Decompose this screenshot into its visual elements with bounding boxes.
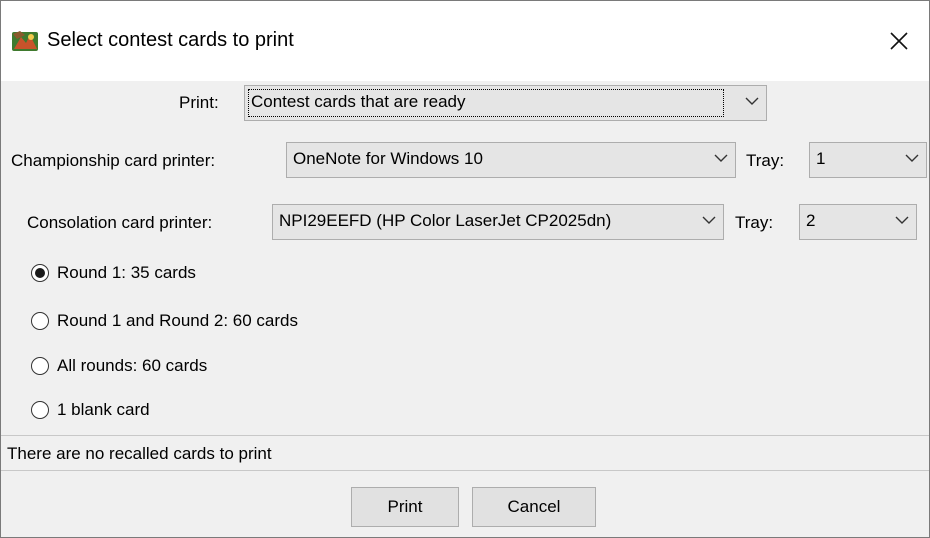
consolation-tray-value: 2 (806, 211, 816, 230)
print-select-value: Contest cards that are ready (251, 92, 466, 111)
chevron-down-icon (905, 154, 919, 162)
chevron-down-icon (895, 216, 909, 224)
championship-printer-label: Championship card printer: (11, 151, 216, 170)
radio-indicator[interactable] (31, 264, 49, 282)
radio-all-rounds[interactable]: All rounds: 60 cards (31, 356, 207, 376)
close-button[interactable] (869, 13, 929, 69)
radio-blank-card[interactable]: 1 blank card (31, 400, 150, 420)
status-bar: There are no recalled cards to print (1, 435, 929, 471)
app-logo-icon (12, 31, 38, 51)
radio-indicator[interactable] (31, 357, 49, 375)
radio-label: Round 1 and Round 2: 60 cards (57, 311, 299, 330)
championship-printer-select[interactable]: OneNote for Windows 10 (286, 142, 736, 178)
consolation-tray-label: Tray: (735, 213, 774, 232)
consolation-printer-label: Consolation card printer: (27, 213, 213, 232)
championship-tray-label: Tray: (746, 151, 785, 170)
status-text: There are no recalled cards to print (7, 444, 272, 463)
championship-tray-value: 1 (816, 149, 826, 168)
consolation-tray-select[interactable]: 2 (799, 204, 917, 240)
radio-label: 1 blank card (57, 400, 150, 419)
cancel-button[interactable]: Cancel (472, 487, 596, 527)
dialog-window: Select contest cards to print Print: Con… (0, 0, 930, 538)
radio-label: All rounds: 60 cards (57, 356, 208, 375)
close-icon (890, 32, 908, 50)
radio-round-1-and-2[interactable]: Round 1 and Round 2: 60 cards (31, 311, 298, 331)
radio-label: Round 1: 35 cards (57, 263, 196, 282)
print-button[interactable]: Print (351, 487, 459, 527)
consolation-printer-select[interactable]: NPI29EEFD (HP Color LaserJet CP2025dn) (272, 204, 724, 240)
radio-indicator[interactable] (31, 312, 49, 330)
chevron-down-icon (714, 154, 728, 162)
chevron-down-icon (745, 97, 759, 105)
consolation-printer-value: NPI29EEFD (HP Color LaserJet CP2025dn) (279, 211, 612, 230)
title-bar: Select contest cards to print (1, 1, 929, 81)
championship-tray-select[interactable]: 1 (809, 142, 927, 178)
print-select[interactable]: Contest cards that are ready (244, 85, 767, 121)
print-label: Print: (179, 93, 219, 112)
radio-indicator[interactable] (31, 401, 49, 419)
radio-round-1[interactable]: Round 1: 35 cards (31, 263, 196, 283)
chevron-down-icon (702, 216, 716, 224)
championship-printer-value: OneNote for Windows 10 (293, 149, 483, 168)
window-title: Select contest cards to print (47, 29, 294, 51)
